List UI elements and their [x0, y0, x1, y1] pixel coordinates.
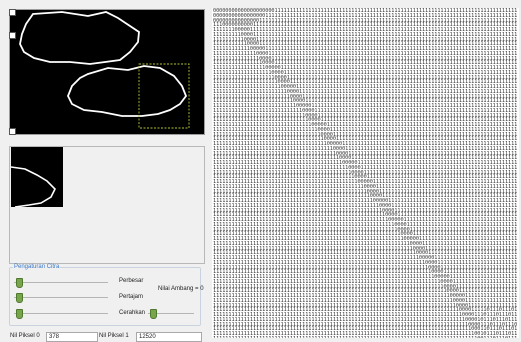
threshold-slider-thumb[interactable]	[150, 309, 157, 319]
pixel1-value-field[interactable]: 12520	[136, 332, 202, 342]
enlarge-label: Perbesar	[119, 278, 144, 284]
enlarge-slider[interactable]	[14, 278, 108, 288]
sharpen-slider[interactable]	[14, 293, 108, 303]
brighten-slider-thumb[interactable]	[16, 309, 23, 319]
threshold-slider[interactable]	[148, 309, 194, 319]
enlarge-slider-track	[14, 282, 108, 283]
sharpen-slider-track	[14, 297, 108, 298]
brighten-slider[interactable]	[14, 309, 108, 319]
resize-handle-left[interactable]	[9, 32, 16, 39]
resize-handle-bottom-left[interactable]	[9, 128, 16, 135]
shape-contour-image	[19, 11, 190, 129]
main-image-canvas[interactable]	[9, 9, 205, 135]
brighten-label: Cerahkan	[119, 310, 146, 316]
crop-preview-image	[10, 147, 63, 208]
pixel0-value-field[interactable]: 378	[46, 332, 98, 342]
enlarge-slider-thumb[interactable]	[16, 278, 23, 288]
threshold-value-label: Nilai Ambang = 0	[158, 286, 204, 292]
sharpen-slider-thumb[interactable]	[16, 293, 23, 303]
image-settings-legend: Pengaturan Citra	[14, 264, 60, 270]
sharpen-label: Pertajam	[119, 294, 144, 300]
pixel0-label: Nil Piksel 0	[10, 333, 40, 339]
binary-matrix-text: 0000000000000000000011111111111111111111…	[213, 8, 518, 338]
resize-handle-top-left[interactable]	[9, 9, 16, 16]
pixel1-label: Nil Piksel 1	[99, 333, 129, 339]
binary-matrix-textbox[interactable]: 0000000000000000000011111111111111111111…	[212, 8, 519, 338]
pixel-count-row: Nil Piksel 0 378 Nil Piksel 1 12520	[0, 332, 210, 342]
crop-preview-panel	[9, 146, 205, 264]
brighten-slider-track	[14, 313, 108, 314]
